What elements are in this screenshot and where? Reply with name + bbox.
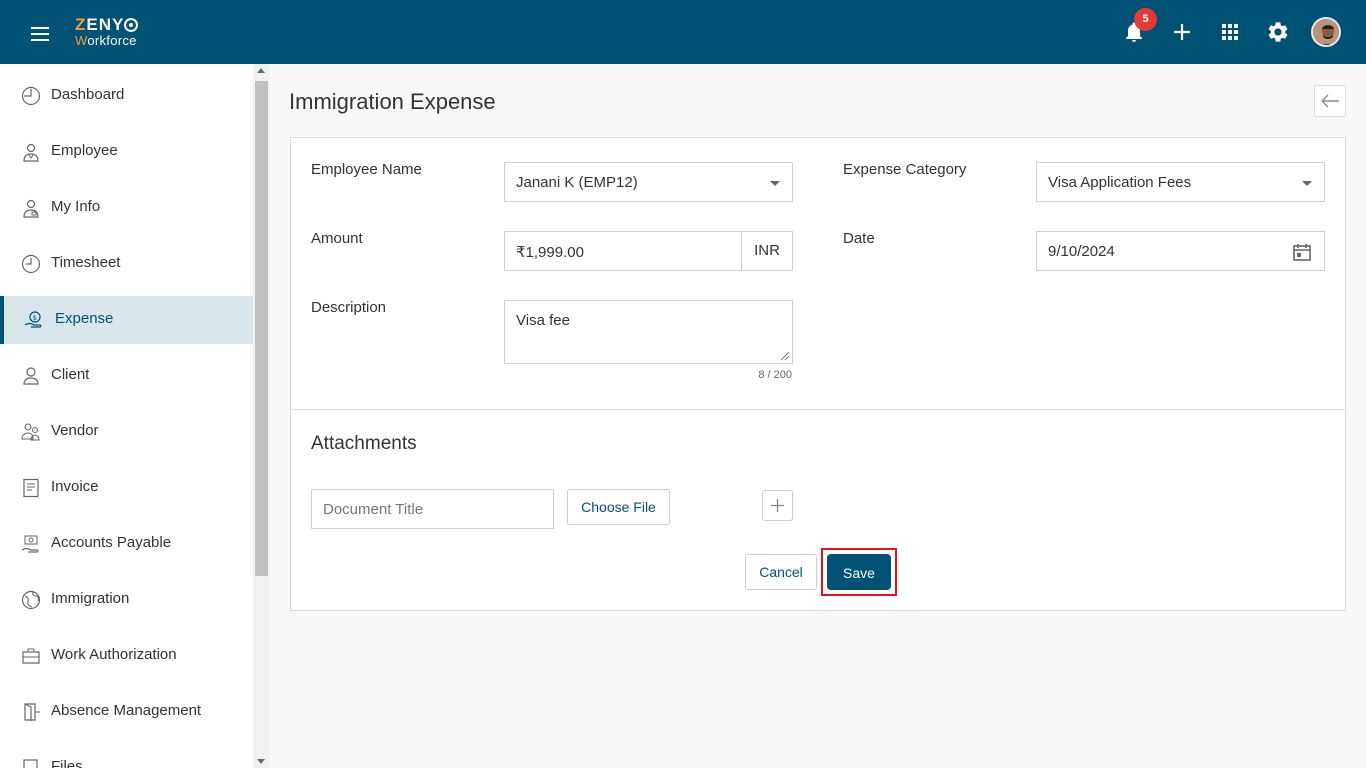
gear-icon[interactable] bbox=[1266, 20, 1290, 44]
date-input[interactable]: 9/10/2024 bbox=[1036, 231, 1325, 271]
sidebar-item-my-info[interactable]: My Info bbox=[0, 184, 253, 232]
description-label: Description bbox=[311, 299, 387, 316]
scroll-thumb[interactable] bbox=[255, 81, 268, 576]
sidebar-item-label: Files bbox=[51, 758, 83, 768]
user-icon bbox=[23, 367, 39, 385]
scroll-down-arrow[interactable] bbox=[257, 759, 265, 764]
resize-handle-icon[interactable] bbox=[781, 352, 789, 360]
sidebar-item-label: Employee bbox=[51, 142, 118, 159]
menu-icon[interactable] bbox=[28, 22, 52, 42]
expense-category-value: Visa Application Fees bbox=[1048, 174, 1192, 191]
door-exit-icon bbox=[24, 703, 40, 721]
amount-value: ₹1,999.00 bbox=[516, 244, 584, 261]
sidebar: Dashboard Employee My Info Timesheet $ E… bbox=[0, 64, 253, 768]
document-title-placeholder: Document Title bbox=[323, 501, 424, 518]
expense-form-card bbox=[290, 137, 1346, 611]
page-title: Immigration Expense bbox=[289, 89, 496, 114]
sidebar-item-absence-management[interactable]: Absence Management bbox=[0, 688, 253, 736]
sidebar-item-work-authorization[interactable]: Work Authorization bbox=[0, 632, 253, 680]
character-counter: 8 / 200 bbox=[758, 369, 792, 381]
sidebar-item-expense[interactable]: $ Expense bbox=[0, 296, 253, 344]
sidebar-item-label: Vendor bbox=[51, 422, 99, 439]
globe-icon bbox=[21, 590, 41, 610]
sidebar-item-invoice[interactable]: Invoice bbox=[0, 464, 253, 512]
sidebar-item-label: Accounts Payable bbox=[51, 534, 172, 551]
add-attachment-button[interactable] bbox=[762, 490, 793, 521]
chevron-down-icon bbox=[770, 181, 780, 186]
top-bar: ZENY Workforce 5 bbox=[0, 0, 1366, 64]
sidebar-item-vendor[interactable]: Vendor bbox=[0, 408, 253, 456]
sidebar-item-label: Timesheet bbox=[51, 254, 121, 271]
sidebar-item-label: Dashboard bbox=[51, 86, 125, 103]
back-button[interactable] bbox=[1314, 85, 1346, 117]
clock-icon bbox=[21, 254, 41, 274]
file-icon bbox=[23, 759, 38, 768]
svg-text:$: $ bbox=[33, 314, 37, 322]
employee-name-value: Janani K (EMP12) bbox=[516, 174, 638, 191]
clock-icon bbox=[21, 86, 41, 106]
choose-file-button[interactable]: Choose File bbox=[567, 489, 670, 525]
sidebar-item-timesheet[interactable]: Timesheet bbox=[0, 240, 253, 288]
sidebar-item-employee[interactable]: Employee bbox=[0, 128, 253, 176]
cancel-button[interactable]: Cancel bbox=[745, 554, 817, 590]
employee-name-label: Employee Name bbox=[311, 161, 422, 178]
logo[interactable]: ZENY Workforce bbox=[75, 16, 139, 47]
description-value: Visa fee bbox=[516, 312, 570, 329]
scroll-up-arrow[interactable] bbox=[257, 68, 265, 73]
description-textarea[interactable]: Visa fee bbox=[504, 300, 793, 364]
sidebar-item-label: My Info bbox=[51, 198, 101, 215]
vendor-icon bbox=[21, 423, 40, 441]
calendar-icon[interactable] bbox=[1292, 242, 1312, 262]
sidebar-item-files[interactable]: Files bbox=[0, 744, 253, 768]
sidebar-item-immigration[interactable]: Immigration bbox=[0, 576, 253, 624]
sidebar-item-label: Invoice bbox=[51, 478, 99, 495]
sidebar-item-label: Expense bbox=[55, 310, 114, 327]
sidebar-item-label: Immigration bbox=[51, 590, 130, 607]
sidebar-item-label: Work Authorization bbox=[51, 646, 177, 663]
notification-badge: 5 bbox=[1134, 8, 1157, 31]
amount-label: Amount bbox=[311, 230, 363, 247]
amount-input[interactable]: ₹1,999.00 bbox=[504, 231, 742, 271]
plus-icon bbox=[771, 499, 784, 512]
accounts-payable-icon bbox=[21, 535, 39, 553]
sidebar-item-dashboard[interactable]: Dashboard bbox=[0, 72, 253, 120]
employee-icon bbox=[23, 143, 39, 162]
briefcase-icon bbox=[22, 648, 40, 664]
sidebar-item-label: Client bbox=[51, 366, 90, 383]
document-title-input[interactable]: Document Title bbox=[311, 489, 554, 529]
date-label: Date bbox=[843, 230, 875, 247]
sidebar-item-client[interactable]: Client bbox=[0, 352, 253, 400]
date-value: 9/10/2024 bbox=[1048, 243, 1115, 260]
attachments-title: Attachments bbox=[311, 433, 417, 454]
arrow-left-icon bbox=[1321, 94, 1339, 108]
person-badge-icon bbox=[23, 199, 39, 218]
sidebar-scrollbar[interactable] bbox=[253, 64, 270, 768]
invoice-icon bbox=[23, 478, 39, 498]
employee-name-select[interactable]: Janani K (EMP12) bbox=[504, 162, 793, 202]
expense-icon: $ bbox=[24, 311, 42, 328]
expense-category-select[interactable]: Visa Application Fees bbox=[1036, 162, 1325, 202]
chevron-down-icon bbox=[1302, 181, 1312, 186]
sidebar-item-accounts-payable[interactable]: Accounts Payable bbox=[0, 520, 253, 568]
apps-grid-icon[interactable] bbox=[1218, 20, 1242, 44]
avatar[interactable] bbox=[1311, 17, 1341, 47]
plus-icon[interactable] bbox=[1170, 20, 1194, 44]
section-divider bbox=[291, 409, 1345, 410]
save-highlight-box bbox=[821, 548, 897, 596]
currency-suffix: INR bbox=[741, 231, 793, 271]
expense-category-label: Expense Category bbox=[843, 161, 967, 178]
sidebar-item-label: Absence Management bbox=[51, 702, 202, 719]
